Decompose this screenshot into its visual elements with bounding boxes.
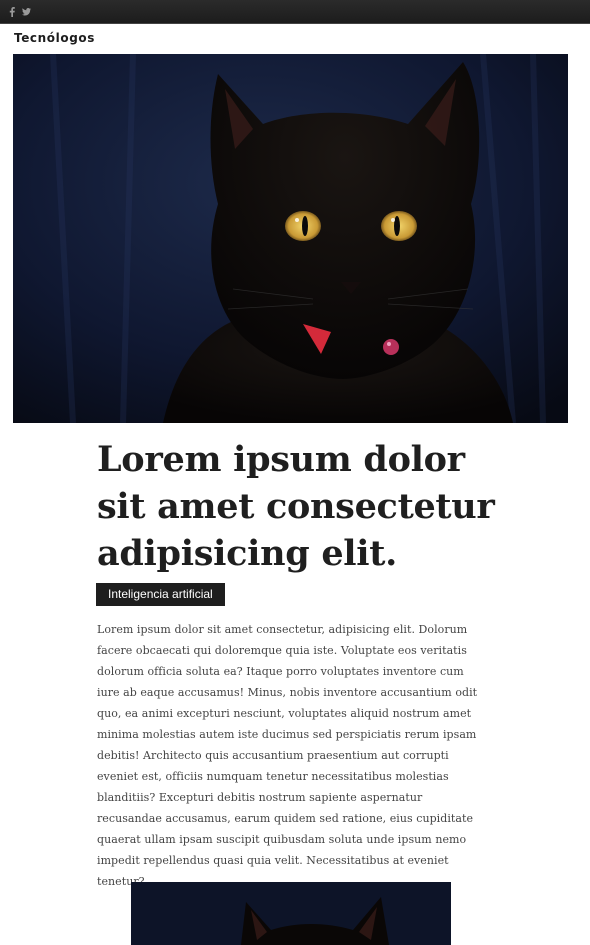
- facebook-icon[interactable]: [8, 7, 16, 17]
- hero-image: [13, 54, 568, 423]
- article-title: Lorem ipsum dolor sit amet consectetur a…: [97, 439, 495, 574]
- article-body: Lorem ipsum dolor sit amet consectetur, …: [97, 623, 478, 888]
- inline-image: [131, 882, 451, 945]
- twitter-icon[interactable]: [22, 7, 31, 17]
- site-brand[interactable]: Tecnólogos: [14, 31, 95, 45]
- top-bar: [0, 0, 590, 24]
- social-links: [8, 7, 31, 17]
- category-tag[interactable]: Inteligencia artificial: [96, 583, 225, 606]
